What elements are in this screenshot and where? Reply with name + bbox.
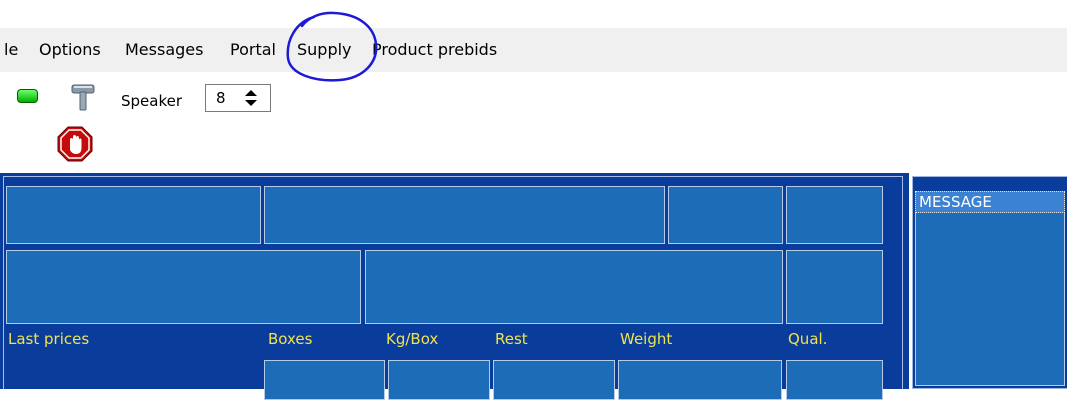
field-cell[interactable] <box>264 360 385 400</box>
label-rest: Rest <box>495 330 528 348</box>
label-kg-box: Kg/Box <box>386 330 439 348</box>
label-last-prices: Last prices <box>8 330 90 348</box>
label-weight: Weight <box>620 330 673 348</box>
field-cell[interactable] <box>493 360 615 400</box>
message-header[interactable]: MESSAGE <box>915 191 1065 213</box>
label-qual: Qual. <box>788 330 828 348</box>
label-boxes: Boxes <box>268 330 313 348</box>
field-cell[interactable] <box>6 250 361 324</box>
field-cell[interactable] <box>388 360 490 400</box>
spin-arrows-icon[interactable] <box>243 88 259 108</box>
menu-bar: le Options Messages Portal Supply Produc… <box>0 28 1067 72</box>
speaker-label: Speaker <box>121 92 183 110</box>
menu-file[interactable]: le <box>4 40 18 60</box>
menu-messages[interactable]: Messages <box>125 40 203 60</box>
annotation-circle <box>286 11 378 82</box>
menu-options[interactable]: Options <box>39 40 101 60</box>
field-cell[interactable] <box>264 186 665 244</box>
field-cell[interactable] <box>786 360 883 400</box>
field-cell[interactable] <box>6 186 261 244</box>
field-cell[interactable] <box>786 186 883 244</box>
field-cell[interactable] <box>618 360 782 400</box>
field-cell[interactable] <box>786 250 883 324</box>
main-panel: Last prices Boxes Kg/Box Rest Weight Qua… <box>0 173 909 400</box>
menu-product-prebids[interactable]: Product prebids <box>372 40 497 60</box>
hammer-icon[interactable] <box>68 82 98 112</box>
message-panel: MESSAGE <box>909 173 1067 389</box>
green-status-icon[interactable] <box>17 89 38 103</box>
field-cell[interactable] <box>668 186 783 244</box>
field-cell[interactable] <box>365 250 783 324</box>
speaker-stepper[interactable]: 8 <box>205 84 271 112</box>
message-list[interactable] <box>915 191 1065 386</box>
message-header-label: MESSAGE <box>919 193 992 211</box>
speaker-value: 8 <box>216 89 226 107</box>
stop-hand-icon[interactable] <box>57 126 93 162</box>
menu-portal[interactable]: Portal <box>230 40 276 60</box>
